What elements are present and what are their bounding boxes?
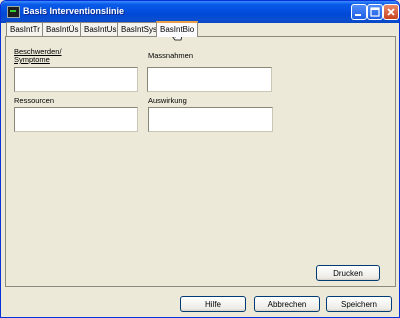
- beschwerden-field[interactable]: [14, 67, 138, 92]
- auswirkung-label: Auswirkung: [148, 96, 187, 105]
- window-title: Basis Interventionslinie: [23, 6, 125, 16]
- tab-basintues[interactable]: BasIntÜs: [42, 22, 83, 36]
- maximize-button[interactable]: [367, 4, 383, 20]
- drucken-button[interactable]: Drucken: [316, 265, 380, 281]
- tab-panel: Beschwerden/ Symptome Massnahmen Ressour…: [5, 36, 396, 287]
- close-icon: [387, 8, 395, 16]
- main-window: Basis Interventionslinie BasIntTr BasInt…: [0, 0, 400, 318]
- hilfe-button[interactable]: Hilfe: [180, 296, 246, 312]
- tab-basintus[interactable]: BasIntUs: [80, 22, 121, 36]
- console-app-icon: [7, 6, 20, 18]
- tab-label: BasIntBio: [160, 25, 195, 34]
- tab-label: BasIntTr: [10, 25, 40, 34]
- tab-label: BasIntÜs: [46, 25, 79, 34]
- tab-basintsys[interactable]: BasIntSys: [117, 22, 162, 36]
- beschwerden-label-line2: Symptome: [14, 55, 50, 64]
- minimize-button[interactable]: [351, 4, 367, 20]
- tab-label: BasIntSys: [121, 25, 158, 34]
- ressourcen-field[interactable]: [14, 107, 138, 132]
- maximize-icon: [370, 7, 380, 17]
- ressourcen-label: Ressourcen: [14, 96, 55, 105]
- abbrechen-button[interactable]: Abbrechen: [254, 296, 320, 312]
- title-bar[interactable]: Basis Interventionslinie: [1, 1, 399, 23]
- close-button[interactable]: [383, 4, 399, 20]
- auswirkung-field[interactable]: [148, 107, 273, 132]
- massnahmen-field[interactable]: [147, 67, 272, 92]
- massnahmen-label: Massnahmen: [148, 51, 194, 60]
- tab-basinttr[interactable]: BasIntTr: [6, 22, 44, 36]
- tab-basintbio[interactable]: BasIntBio: [156, 21, 199, 37]
- tab-label: BasIntUs: [84, 25, 117, 34]
- minimize-icon: [355, 14, 361, 16]
- speichern-button[interactable]: Speichern: [326, 296, 392, 312]
